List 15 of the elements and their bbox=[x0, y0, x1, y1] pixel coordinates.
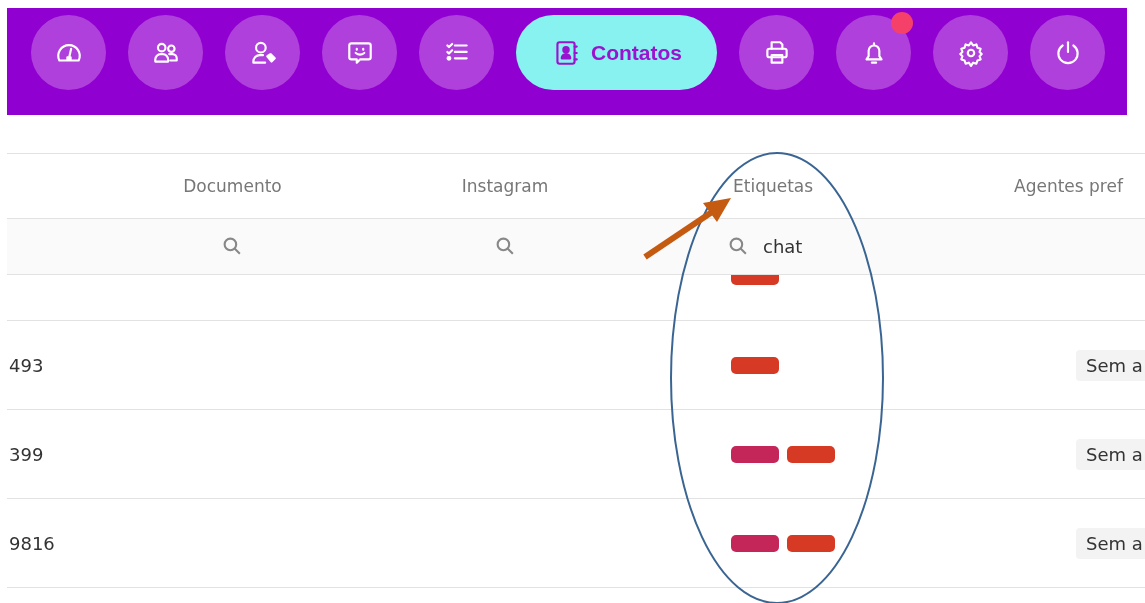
table-cell: 493 bbox=[9, 354, 44, 376]
agent-chip: Sem a bbox=[1076, 438, 1145, 470]
column-header[interactable]: Documento bbox=[183, 176, 282, 196]
column-header[interactable]: Etiquetas bbox=[733, 176, 814, 196]
agent-chip: Sem a bbox=[1076, 527, 1145, 559]
search-icon bbox=[222, 236, 243, 257]
search-icon bbox=[494, 236, 516, 257]
column-header[interactable]: Agentes pref bbox=[1014, 176, 1123, 196]
contacts-tab[interactable]: Contatos bbox=[516, 15, 717, 90]
filter-field[interactable]: chat bbox=[763, 236, 853, 257]
search-icon bbox=[728, 236, 749, 257]
table-cell: 399 bbox=[9, 443, 44, 465]
agent-chip: Sem a bbox=[1076, 349, 1145, 381]
table-cell: 9816 bbox=[9, 532, 55, 554]
column-header[interactable]: Instagram bbox=[461, 176, 549, 196]
